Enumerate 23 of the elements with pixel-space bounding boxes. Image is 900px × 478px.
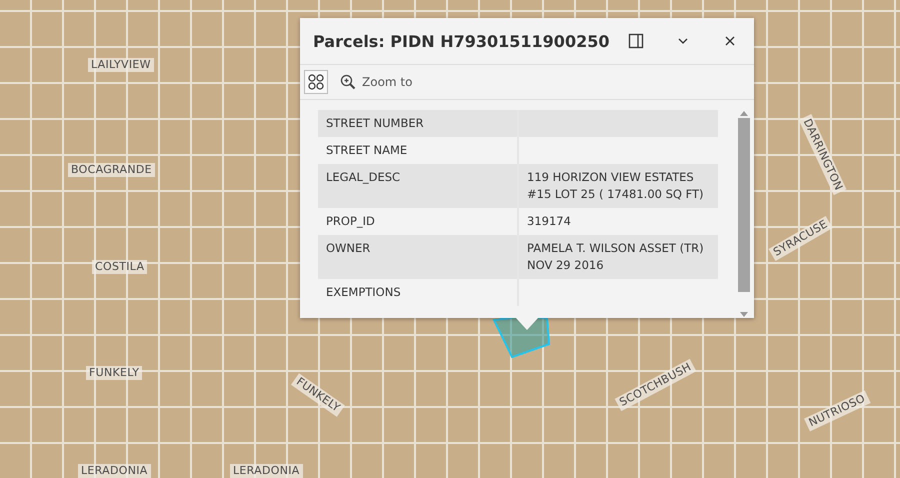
field-name: LEGAL_DESC [325,169,402,186]
street-label: LAILYVIEW [88,58,154,72]
field-name: STREET NUMBER [325,115,425,132]
field-name: STREET NAME [325,142,408,159]
street-label: LERADONIA [230,464,303,478]
scrollbar[interactable] [738,110,750,318]
four-circles-icon [308,74,324,90]
street-label: LERADONIA [78,464,151,478]
parcel-outline [492,315,550,358]
field-name: EXEMPTIONS [325,284,402,301]
zoom-to-button[interactable]: Zoom to [336,72,416,92]
field-name: OWNER [325,240,372,257]
scroll-down-icon [740,312,748,318]
zoom-in-icon [340,74,356,90]
scroll-up-icon [740,110,748,116]
street-label: FUNKELY [86,366,142,380]
street-label: BOCAGRANDE [68,163,155,177]
field-name: PROP_ID [325,213,376,230]
close-icon [724,35,736,47]
popup-title: Parcels: PIDN H79301511900250 [313,32,610,50]
street-label: COSTILA [92,260,148,274]
actions-button[interactable] [304,70,328,94]
panel-layout-icon [628,33,644,49]
